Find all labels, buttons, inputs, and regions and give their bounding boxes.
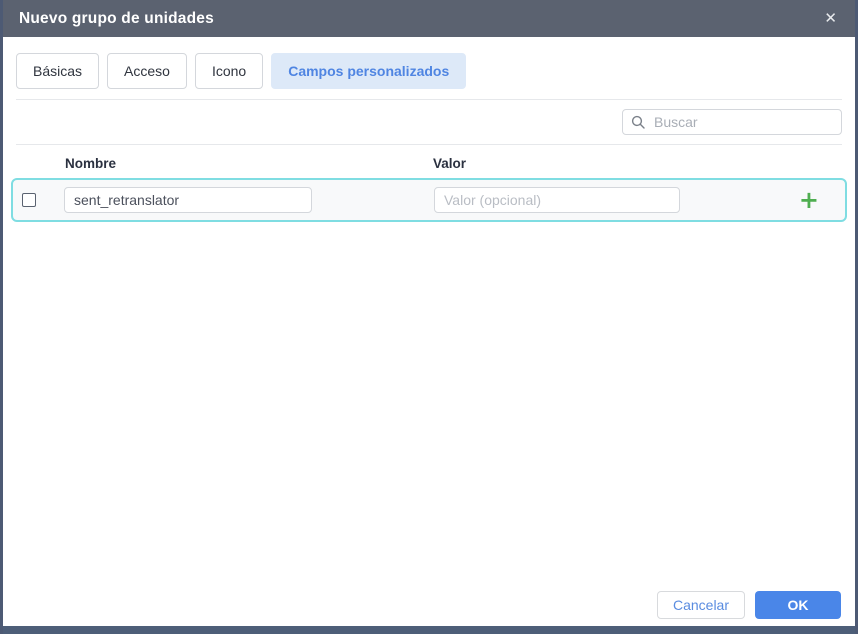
dialog-content: Básicas Acceso Icono Campos personalizad…	[3, 37, 855, 626]
dialog-bottom-bar	[3, 626, 855, 634]
cancel-button[interactable]: Cancelar	[656, 591, 745, 619]
tab-basicas[interactable]: Básicas	[16, 53, 100, 89]
search-input[interactable]	[652, 113, 833, 131]
table-row: +	[11, 178, 847, 222]
new-unit-group-dialog: Nuevo grupo de unidades ✕ Básicas Acceso…	[0, 0, 858, 634]
footer-buttons: Cancelar OK	[3, 591, 855, 626]
column-header-nombre: Nombre	[65, 156, 117, 171]
ok-button[interactable]: OK	[755, 591, 841, 619]
close-icon[interactable]: ✕	[820, 7, 841, 30]
column-header-valor: Valor	[433, 156, 467, 171]
tab-bar: Básicas Acceso Icono Campos personalizad…	[3, 37, 855, 99]
search-icon	[631, 115, 645, 129]
tab-icono[interactable]: Icono	[194, 53, 264, 89]
table-header-row: Nombre Valor	[3, 145, 855, 178]
dialog-title: Nuevo grupo de unidades	[19, 9, 214, 27]
add-row-icon[interactable]: +	[799, 188, 819, 212]
tab-acceso[interactable]: Acceso	[107, 53, 187, 89]
row-checkbox[interactable]	[22, 193, 36, 207]
value-field[interactable]	[434, 187, 680, 213]
tab-campos-personalizados[interactable]: Campos personalizados	[271, 53, 467, 89]
dialog-titlebar: Nuevo grupo de unidades ✕	[3, 0, 855, 37]
search-row	[3, 100, 855, 144]
search-box[interactable]	[622, 109, 842, 135]
name-field[interactable]	[64, 187, 312, 213]
